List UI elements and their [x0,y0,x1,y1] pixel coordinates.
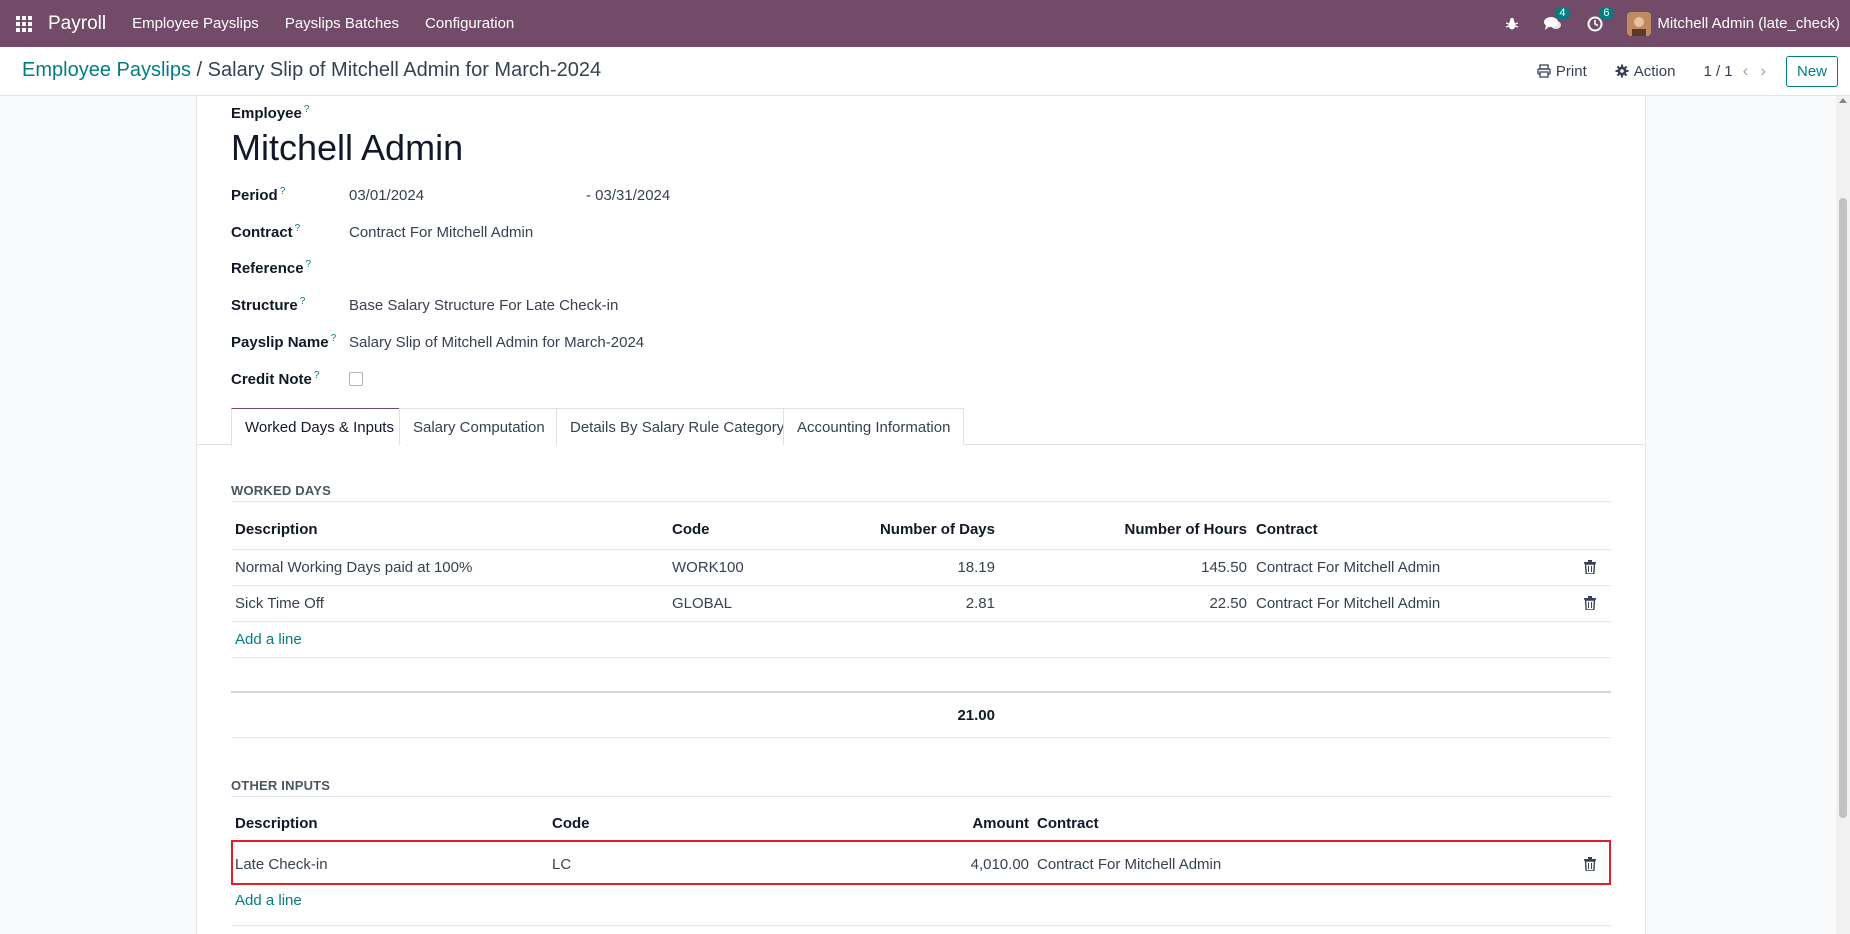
menu-employee-payslips[interactable]: Employee Payslips [132,15,259,32]
worked-days-title: WORKED DAYS [231,483,331,498]
user-menu[interactable]: Mitchell Admin (late_check) [1657,15,1840,32]
menu-configuration[interactable]: Configuration [425,15,514,32]
cell-code: GLOBAL [672,595,733,612]
gear-icon [1615,64,1629,78]
col-code[interactable]: Code [672,521,710,538]
scroll-up-icon[interactable] [1839,98,1847,103]
tab-accounting-information[interactable]: Accounting Information [783,408,965,445]
structure-field[interactable]: Base Salary Structure For Late Check-in [349,297,618,314]
period-help-icon[interactable]: ? [280,186,286,197]
col-number-of-hours[interactable]: Number of Hours [1124,521,1247,538]
tab-details-by-salary-rule-category[interactable]: Details By Salary Rule Category [556,408,799,445]
other-inputs-title: OTHER INPUTS [231,778,331,793]
menu-payslips-batches[interactable]: Payslips Batches [285,15,399,32]
messages-badge: 4 [1555,6,1570,20]
cell-description: Normal Working Days paid at 100% [235,559,473,576]
action-label: Action [1633,62,1676,80]
col-number-of-days[interactable]: Number of Days [880,521,995,538]
activities-badge: 6 [1599,6,1614,20]
printer-icon [1537,64,1551,78]
pager-previous-icon[interactable]: ‹ [1743,61,1749,81]
app-name[interactable]: Payroll [48,13,106,35]
col-amount[interactable]: Amount [972,815,1029,832]
col-description[interactable]: Description [235,521,318,538]
action-button[interactable]: Action [1615,62,1676,80]
messages-icon[interactable]: 4 [1543,6,1570,32]
structure-label: Structure? [231,296,306,314]
breadcrumb-current: Salary Slip of Mitchell Admin for March-… [207,59,602,81]
scrollbar-thumb[interactable] [1839,198,1847,818]
breadcrumb: Employee Payslips / Salary Slip of Mitch… [22,59,601,82]
add-line-row: Add a line [231,886,1611,926]
contract-help-icon[interactable]: ? [295,223,301,234]
col-contract[interactable]: Contract [1256,521,1318,538]
structure-help-icon[interactable]: ? [300,296,306,307]
section-divider [231,501,1611,502]
col-code[interactable]: Code [552,815,590,832]
period-from-field[interactable]: 03/01/2024 [349,187,424,204]
employee-name-field[interactable]: Mitchell Admin [231,127,463,169]
pager-value[interactable]: 1 / 1 [1703,63,1732,80]
table-row[interactable]: Normal Working Days paid at 100% WORK100… [231,549,1611,585]
print-label: Print [1555,62,1587,80]
vertical-scrollbar[interactable] [1836,96,1850,934]
user-avatar[interactable] [1627,11,1652,36]
breadcrumb-separator: / [196,59,203,81]
reference-label: Reference? [231,259,312,277]
contract-label: Contract? [231,223,301,241]
add-line-row: Add a line [231,621,1611,657]
contract-field[interactable]: Contract For Mitchell Admin [349,224,533,241]
cell-code: WORK100 [672,559,744,576]
form-sheet: Employee? Mitchell Admin Period? 03/01/2… [196,96,1646,934]
credit-note-label: Credit Note? [231,370,320,388]
worked-days-total-row: 21.00 [231,691,1611,738]
worked-days-header: Description Code Number of Days Number o… [231,511,1611,547]
pager-next-icon[interactable]: › [1760,61,1766,81]
total-days: 21.00 [957,707,995,724]
table-row[interactable]: Sick Time Off GLOBAL 2.81 22.50 Contract… [231,585,1611,621]
trash-icon[interactable] [1584,596,1596,610]
row-highlight-box [231,840,1611,885]
credit-note-help-icon[interactable]: ? [314,370,320,381]
tab-worked-days-inputs[interactable]: Worked Days & Inputs [231,408,408,446]
period-label: Period? [231,186,286,204]
new-button[interactable]: New [1785,55,1838,87]
print-button[interactable]: Print [1537,63,1587,80]
notebook-tabs: Worked Days & Inputs Salary Computation … [197,408,1645,446]
reference-help-icon[interactable]: ? [306,259,312,270]
employee-help-icon[interactable]: ? [304,104,310,115]
activities-clock-icon[interactable]: 6 [1587,6,1614,32]
payslip-name-help-icon[interactable]: ? [331,333,337,344]
cell-days: 18.19 [957,559,995,576]
other-inputs-add-line[interactable]: Add a line [235,892,302,909]
period-to-field[interactable]: - 03/31/2024 [586,187,670,204]
top-navbar: Payroll Employee Payslips Payslips Batch… [0,0,1850,47]
trash-icon[interactable] [1584,560,1596,574]
control-panel: Employee Payslips / Salary Slip of Mitch… [0,47,1850,96]
cell-hours: 145.50 [1201,559,1247,576]
payslip-name-label: Payslip Name? [231,333,337,351]
breadcrumb-employee-payslips[interactable]: Employee Payslips [22,59,191,81]
cell-contract: Contract For Mitchell Admin [1256,559,1441,576]
cell-contract: Contract For Mitchell Admin [1256,595,1441,612]
cell-days: 2.81 [965,595,995,612]
col-description[interactable]: Description [235,815,318,832]
apps-menu-icon[interactable] [0,0,48,47]
payslip-name-field[interactable]: Salary Slip of Mitchell Admin for March-… [349,334,644,351]
cell-description: Sick Time Off [235,595,324,612]
section-divider [231,796,1611,797]
debug-bug-icon[interactable] [1505,17,1519,31]
cell-hours: 22.50 [1209,595,1247,612]
tab-salary-computation[interactable]: Salary Computation [399,408,559,445]
col-contract[interactable]: Contract [1037,815,1099,832]
worked-days-add-line[interactable]: Add a line [235,631,302,648]
credit-note-checkbox[interactable] [349,372,363,386]
other-inputs-header: Description Code Amount Contract [231,805,1611,841]
employee-label: Employee? [231,104,310,122]
form-view: Employee? Mitchell Admin Period? 03/01/2… [0,96,1850,934]
empty-row [231,657,1611,688]
